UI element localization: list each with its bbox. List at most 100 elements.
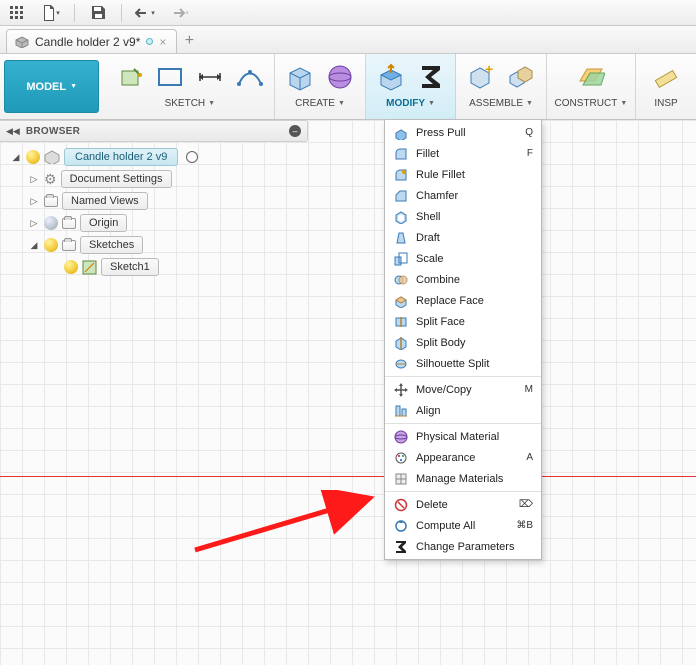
svg-text:+: + [485,64,493,77]
ribbon-label[interactable]: SKETCH [165,98,206,109]
construct-plane-button[interactable] [574,60,608,94]
ribbon-group-sketch: SKETCH▼ [105,54,275,119]
document-tab[interactable]: Candle holder 2 v9* × [6,29,177,53]
tree-node-label: Sketch1 [101,258,159,276]
close-tab-button[interactable]: × [159,35,166,49]
menu-item-appearance[interactable]: AppearanceA [385,447,541,468]
apps-grid-icon[interactable] [6,2,28,24]
sketch-dimension-button[interactable] [193,60,227,94]
folder-icon [44,196,58,207]
menu-item-label: Combine [416,274,460,286]
ribbon-label[interactable]: INSP [654,98,677,109]
bulb-icon[interactable] [44,238,58,252]
tree-node-sketches[interactable]: ◢ Sketches [10,234,308,256]
split-body-icon [393,335,409,351]
ribbon-label[interactable]: CREATE [295,98,335,109]
redo-button[interactable]: ▾ [168,2,190,24]
menu-item-press-pull[interactable]: Press PullQ [385,122,541,143]
menu-item-shell[interactable]: Shell [385,206,541,227]
menu-item-combine[interactable]: Combine [385,269,541,290]
menu-item-physical-material[interactable]: Physical Material [385,426,541,447]
ribbon-label[interactable]: MODIFY [386,98,425,109]
ribbon-toolbar: MODEL▼ SKETCH▼ CREAT [0,54,696,120]
menu-item-move-copy[interactable]: Move/CopyM [385,379,541,400]
tree-node-label: Named Views [62,192,148,210]
menu-separator [385,423,541,424]
sketch-spline-button[interactable] [233,60,267,94]
folder-icon [62,218,76,229]
menu-item-rule-fillet[interactable]: Rule Fillet [385,164,541,185]
folder-icon [62,240,76,251]
menu-item-compute-all[interactable]: Compute All⌘B [385,515,541,536]
compute-all-icon [393,518,409,534]
save-button[interactable] [87,2,109,24]
assemble-joint-button[interactable] [504,60,538,94]
press-pull-icon [393,125,409,141]
tree-node-sketch1[interactable]: Sketch1 [10,256,308,278]
menu-item-scale[interactable]: Scale [385,248,541,269]
annotation-arrow [190,490,390,560]
create-sketch-button[interactable] [113,60,147,94]
menu-item-manage-materials[interactable]: Manage Materials [385,468,541,489]
expand-icon[interactable]: ◢ [28,240,40,251]
box-icon [15,36,29,48]
collapse-icon[interactable]: ◀◀ [6,126,20,137]
new-tab-button[interactable]: + [177,29,201,53]
menu-item-align[interactable]: Align [385,400,541,421]
menu-item-label: Split Body [416,337,466,349]
undo-button[interactable]: ▾ [134,2,156,24]
workspace-switcher[interactable]: MODEL▼ [4,60,99,113]
menu-item-label: Compute All [416,520,475,532]
menu-item-replace-face[interactable]: Replace Face [385,290,541,311]
menu-item-label: Move/Copy [416,384,472,396]
modify-presspull-button[interactable] [374,60,408,94]
modify-sigma-button[interactable] [414,60,448,94]
separator [121,4,122,22]
menu-item-change-parameters[interactable]: Change Parameters [385,536,541,557]
document-tab-title: Candle holder 2 v9* [35,35,140,49]
expand-icon[interactable]: ◢ [10,152,22,163]
replace-face-icon [393,293,409,309]
menu-item-split-face[interactable]: Split Face [385,311,541,332]
tree-node-label: Sketches [80,236,143,254]
canvas[interactable]: ◀◀ BROWSER – ◢ Candle holder 2 v9 ▷ ⚙ Do… [0,120,696,665]
menu-separator [385,491,541,492]
menu-item-label: Scale [416,253,444,265]
bulb-icon[interactable] [44,216,58,230]
new-file-button[interactable]: ▾ [40,2,62,24]
bulb-icon[interactable] [26,150,40,164]
create-extrude-button[interactable] [283,60,317,94]
menu-item-label: Rule Fillet [416,169,465,181]
appearance-icon [393,450,409,466]
create-sphere-button[interactable] [323,60,357,94]
tree-node-document-settings[interactable]: ▷ ⚙ Document Settings [10,168,308,190]
menu-item-fillet[interactable]: FilletF [385,143,541,164]
browser-header[interactable]: ◀◀ BROWSER – [0,120,308,142]
combine-icon [393,272,409,288]
menu-item-split-body[interactable]: Split Body [385,332,541,353]
menu-item-chamfer[interactable]: Chamfer [385,185,541,206]
inspect-measure-button[interactable] [649,60,683,94]
assemble-new-component-button[interactable]: + [464,60,498,94]
bulb-icon[interactable] [64,260,78,274]
menu-item-label: Shell [416,211,440,223]
menu-item-label: Press Pull [416,127,466,139]
browser-options-icon[interactable]: – [289,125,301,137]
expand-icon[interactable]: ▷ [28,218,40,229]
ribbon-label[interactable]: ASSEMBLE [469,98,523,109]
ribbon-group-inspect: INSP [636,54,696,119]
silhouette-split-icon [393,356,409,372]
menu-item-label: Align [416,405,440,417]
tree-root-row[interactable]: ◢ Candle holder 2 v9 [10,146,308,168]
expand-icon[interactable]: ▷ [28,196,40,207]
sketch-rectangle-button[interactable] [153,60,187,94]
ribbon-label[interactable]: CONSTRUCT [555,98,618,109]
menu-item-draft[interactable]: Draft [385,227,541,248]
tree-node-named-views[interactable]: ▷ Named Views [10,190,308,212]
menu-item-delete[interactable]: Delete⌦ [385,494,541,515]
expand-icon[interactable]: ▷ [28,174,40,185]
menu-shortcut: F [527,148,533,159]
tree-node-origin[interactable]: ▷ Origin [10,212,308,234]
record-ring-icon[interactable] [186,151,198,163]
menu-item-silhouette-split[interactable]: Silhouette Split [385,353,541,374]
